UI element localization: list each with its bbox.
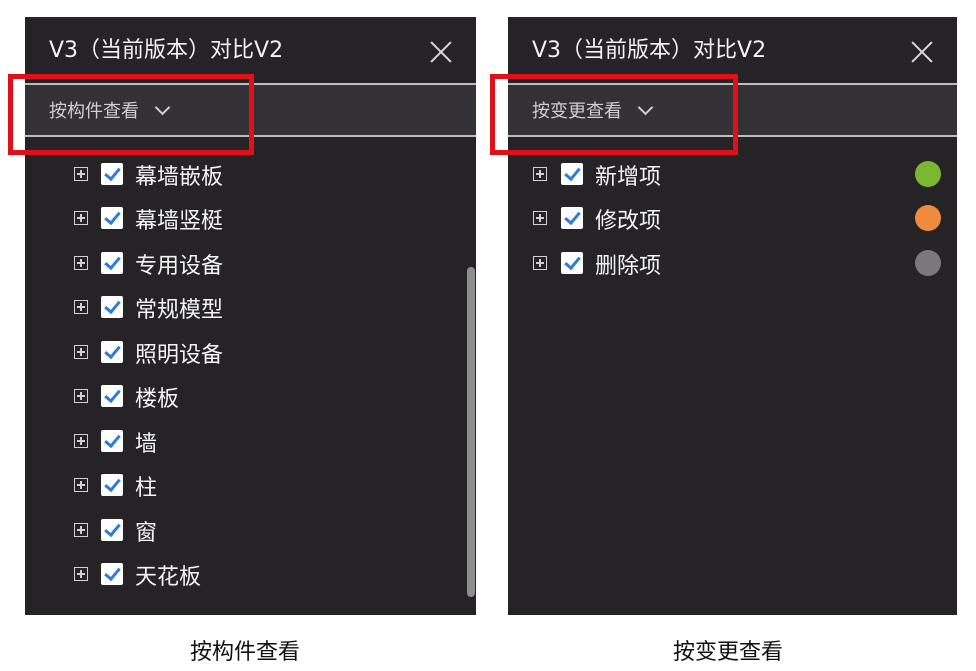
- expand-icon[interactable]: [74, 300, 88, 314]
- expand-icon[interactable]: [533, 167, 547, 181]
- tree-item-label: 专用设备: [135, 254, 224, 279]
- expand-icon[interactable]: [74, 345, 88, 359]
- close-icon[interactable]: [430, 41, 452, 63]
- tree-item-label: 删除项: [595, 254, 662, 279]
- caption-right: 按变更查看: [673, 640, 784, 665]
- tree-row: 楼板: [25, 374, 476, 418]
- checkbox[interactable]: [101, 519, 123, 541]
- caption-left: 按构件查看: [190, 640, 301, 665]
- scrollbar-thumb[interactable]: [467, 267, 475, 597]
- tree-item-label: 柱: [135, 476, 158, 501]
- panel-title: V3（当前版本）对比V2: [532, 38, 767, 63]
- tree-row: 墙: [25, 419, 476, 463]
- checkbox[interactable]: [561, 207, 583, 229]
- tree-row: 幕墙嵌板: [25, 152, 476, 196]
- checkbox[interactable]: [101, 563, 123, 585]
- tree-row: 幕墙竖梃: [25, 196, 476, 240]
- tree-item-label: 常规模型: [135, 298, 224, 323]
- checkbox[interactable]: [101, 341, 123, 363]
- tree-row: 专用设备: [25, 241, 476, 285]
- expand-icon[interactable]: [74, 389, 88, 403]
- panel-title: V3（当前版本）对比V2: [49, 38, 284, 63]
- tree-item-label: 修改项: [595, 209, 662, 234]
- highlight-box: [490, 74, 738, 155]
- tree-item-label: 天花板: [135, 565, 202, 590]
- expand-icon[interactable]: [74, 567, 88, 581]
- expand-icon[interactable]: [74, 434, 88, 448]
- checkbox[interactable]: [561, 252, 583, 274]
- tree-row: 柱: [25, 463, 476, 507]
- tree-item-label: 幕墙竖梃: [135, 209, 224, 234]
- tree-row: 照明设备: [25, 330, 476, 374]
- checkbox[interactable]: [101, 430, 123, 452]
- expand-icon[interactable]: [74, 211, 88, 225]
- checkbox[interactable]: [101, 385, 123, 407]
- tree-row: 新增项: [508, 152, 957, 196]
- expand-icon[interactable]: [74, 167, 88, 181]
- checkbox[interactable]: [561, 163, 583, 185]
- status-dot-modified: [915, 205, 941, 231]
- expand-icon[interactable]: [74, 478, 88, 492]
- checkbox[interactable]: [101, 163, 123, 185]
- checkbox[interactable]: [101, 252, 123, 274]
- expand-icon[interactable]: [74, 256, 88, 270]
- close-icon[interactable]: [911, 41, 933, 63]
- highlight-box: [8, 74, 254, 155]
- status-dot-deleted: [915, 250, 941, 276]
- checkbox[interactable]: [101, 474, 123, 496]
- status-dot-added: [915, 161, 941, 187]
- expand-icon[interactable]: [533, 211, 547, 225]
- checkbox[interactable]: [101, 296, 123, 318]
- tree-row: 删除项: [508, 241, 957, 285]
- expand-icon[interactable]: [74, 523, 88, 537]
- tree-row: 天花板: [25, 552, 476, 596]
- checkbox[interactable]: [101, 207, 123, 229]
- tree-item-label: 新增项: [595, 165, 662, 190]
- scrollbar[interactable]: [466, 267, 476, 615]
- tree-row: 常规模型: [25, 285, 476, 329]
- tree-item-label: 照明设备: [135, 343, 224, 368]
- tree-item-label: 窗: [135, 521, 158, 546]
- tree-item-label: 楼板: [135, 387, 180, 412]
- comparison-screenshot: V3（当前版本）对比V2 按构件查看 幕墙嵌板 幕墙竖梃 专用设备 常规模型 照…: [0, 0, 976, 671]
- tree-item-label: 墙: [135, 432, 158, 457]
- tree-row: 窗: [25, 508, 476, 552]
- tree-row: 修改项: [508, 196, 957, 240]
- tree-item-label: 幕墙嵌板: [135, 165, 224, 190]
- expand-icon[interactable]: [533, 256, 547, 270]
